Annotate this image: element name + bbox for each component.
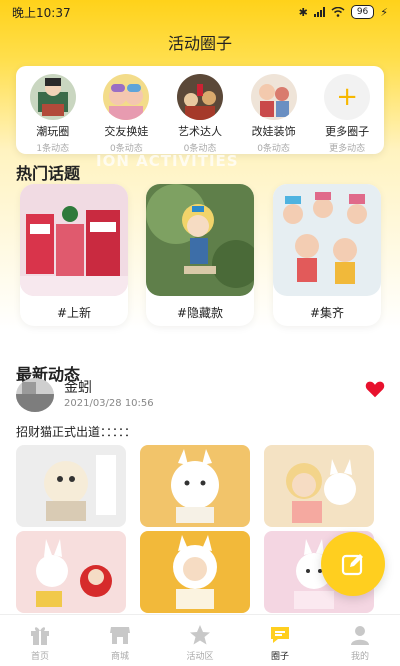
post-username[interactable]: 金蚓 [64, 377, 92, 397]
avatar[interactable] [16, 378, 54, 412]
circle-name: 潮玩圈 [36, 125, 70, 138]
tab-home[interactable]: 首页 [0, 615, 80, 666]
circle-item-chaowan[interactable]: 潮玩圈 1条动态 [21, 74, 85, 154]
charging-icon: ⚡ [380, 5, 388, 19]
star-icon [190, 625, 210, 645]
topic-card-hidden[interactable]: #隐藏款 [146, 184, 254, 326]
status-bar: 晚上10:37 ✱ 96 ⚡ [0, 0, 400, 24]
bottom-tab-bar: 首页 商城 活动区 圈子 我的 [0, 614, 400, 666]
tab-mine[interactable]: 我的 [320, 615, 400, 666]
topic-label: #隐藏款 [176, 306, 224, 320]
store-icon [110, 627, 130, 644]
circle-name: 改娃装饰 [251, 125, 296, 138]
circle-item-yishu[interactable]: 艺术达人 0条动态 [168, 74, 232, 154]
post-photo[interactable] [16, 531, 126, 613]
gift-icon [31, 627, 49, 645]
post-text: 招财猫正式出道：：：：： [16, 425, 137, 439]
tab-activity[interactable]: 活动区 [160, 615, 240, 666]
plus-icon: + [324, 74, 371, 120]
tab-label: 商城 [110, 652, 129, 662]
person-icon [351, 626, 369, 645]
topic-card-new[interactable]: #上新 [20, 184, 128, 326]
topic-image [20, 184, 128, 296]
wifi-icon [331, 7, 345, 17]
bluetooth-icon: ✱ [298, 5, 308, 19]
tab-label: 我的 [350, 652, 369, 662]
circle-name: 艺术达人 [177, 125, 222, 138]
heart-icon[interactable] [364, 378, 386, 400]
tab-label: 圈子 [270, 652, 289, 662]
battery-icon: 96 [350, 5, 375, 19]
post-photo[interactable] [140, 531, 250, 613]
edit-icon [341, 554, 363, 576]
circle-item-jiaoyou[interactable]: 交友换娃 0条动态 [94, 74, 158, 154]
topic-label: #集齐 [309, 306, 345, 320]
background-watermark-text: ION ACTIVITIES [96, 152, 239, 170]
circle-avatar [176, 74, 223, 120]
circle-count: 更多动态 [329, 144, 366, 154]
tab-mall[interactable]: 商城 [80, 615, 160, 666]
topic-card-collect[interactable]: #集齐 [273, 184, 381, 326]
circles-card: 潮玩圈 1条动态 交友换娃 0条动态 艺术达人 0条动态 改娃装饰 0条动态 +… [16, 66, 384, 154]
topic-label: #上新 [56, 306, 92, 320]
tab-label: 首页 [30, 652, 49, 662]
topic-image [146, 184, 254, 296]
circle-item-gaiwa[interactable]: 改娃装饰 0条动态 [242, 74, 306, 154]
circle-item-more[interactable]: + 更多圈子 更多动态 [315, 74, 379, 154]
chat-icon [271, 627, 289, 643]
post-photo[interactable] [140, 445, 250, 527]
status-time: 晚上10:37 [12, 5, 71, 20]
status-icons: ✱ 96 ⚡ [299, 5, 388, 19]
post-time: 2021/03/28 10:56 [64, 398, 154, 409]
circle-avatar [29, 74, 76, 120]
page-title: 活动圈子 [167, 34, 232, 53]
tab-label: 活动区 [186, 652, 214, 662]
circle-count: 0条动态 [257, 144, 290, 154]
circle-avatar [250, 74, 297, 120]
signal-icon [313, 7, 325, 17]
post-photo[interactable] [264, 445, 374, 527]
tab-circle[interactable]: 圈子 [240, 615, 320, 666]
hot-topics-title: 热门话题 [16, 164, 81, 183]
circle-avatar [103, 74, 150, 120]
circle-name: 交友换娃 [104, 125, 149, 138]
hot-topics-list: #上新 #隐藏款 #集齐 [0, 184, 400, 328]
topic-image [273, 184, 381, 296]
circle-count: 1条动态 [36, 144, 70, 154]
compose-button[interactable] [321, 532, 385, 596]
circle-name: 更多圈子 [325, 125, 370, 138]
post-photo[interactable] [16, 445, 126, 527]
